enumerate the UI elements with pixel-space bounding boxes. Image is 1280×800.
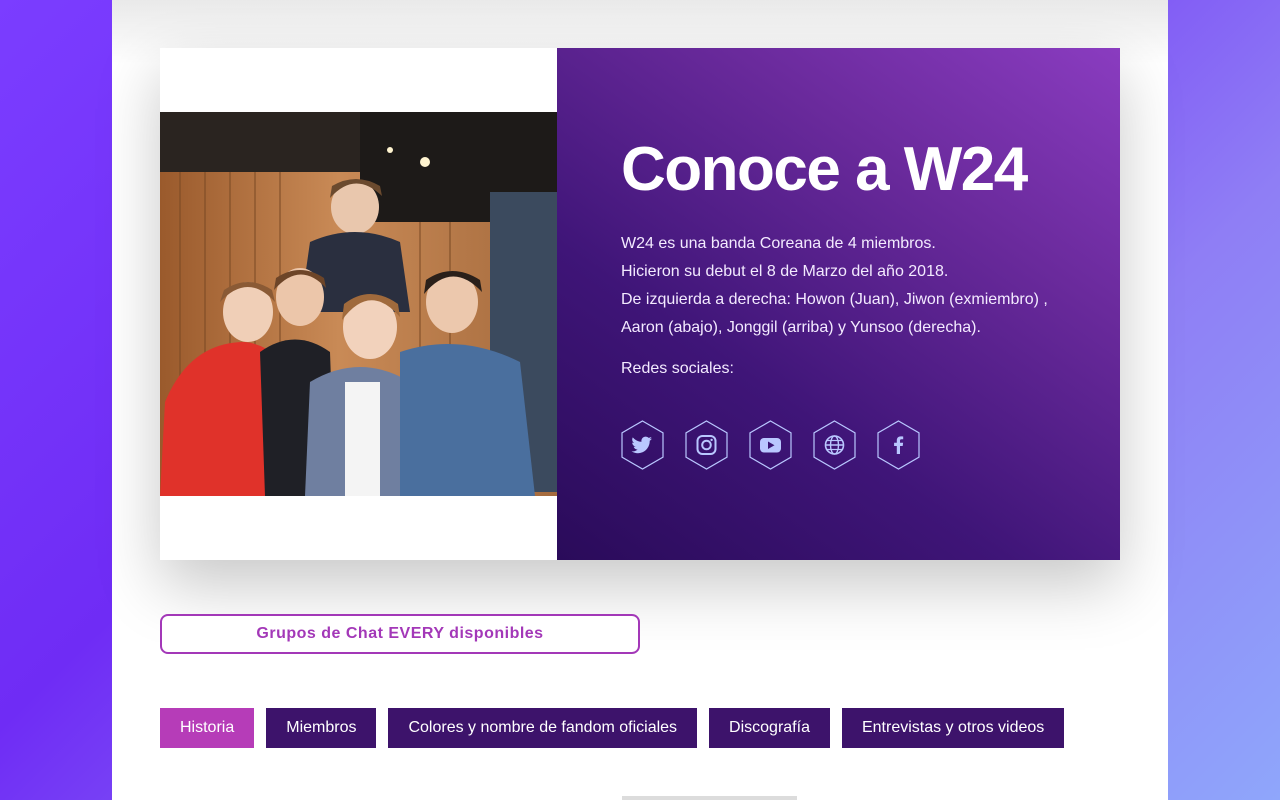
tab-discografia[interactable]: Discografía: [709, 708, 830, 748]
chat-groups-button[interactable]: Grupos de Chat EVERY disponibles: [160, 614, 640, 654]
description-line: De izquierda a derecha: Howon (Juan), Ji…: [621, 291, 1048, 308]
description-line: W24 es una banda Coreana de 4 miembros.: [621, 235, 936, 252]
page-container: Conoce a W24 W24 es una banda Coreana de…: [112, 0, 1168, 800]
social-label: Redes sociales:: [621, 360, 734, 377]
tab-fandom-colors[interactable]: Colores y nombre de fandom oficiales: [388, 708, 698, 748]
photo-column: [160, 48, 557, 560]
social-icons: [621, 420, 920, 470]
hero-card: Conoce a W24 W24 es una banda Coreana de…: [160, 48, 1120, 560]
description-line: Hicieron su debut el 8 de Marzo del año …: [621, 263, 949, 280]
instagram-icon[interactable]: [685, 420, 728, 470]
hero-title: Conoce a W24: [621, 135, 1028, 204]
section-tabs: Historia Miembros Colores y nombre de fa…: [160, 708, 1065, 748]
content-divider: [622, 796, 797, 800]
globe-icon[interactable]: [813, 420, 856, 470]
facebook-icon[interactable]: [877, 420, 920, 470]
info-panel: Conoce a W24 W24 es una banda Coreana de…: [557, 48, 1120, 560]
youtube-icon[interactable]: [749, 420, 792, 470]
tab-miembros[interactable]: Miembros: [266, 708, 377, 748]
twitter-icon[interactable]: [621, 420, 664, 470]
tab-entrevistas[interactable]: Entrevistas y otros videos: [841, 708, 1065, 748]
description-line: Aaron (abajo), Jonggil (arriba) y Yunsoo…: [621, 319, 981, 336]
tab-historia[interactable]: Historia: [160, 708, 255, 748]
band-description: W24 es una banda Coreana de 4 miembros. …: [621, 230, 1081, 342]
band-photo: [160, 112, 557, 496]
